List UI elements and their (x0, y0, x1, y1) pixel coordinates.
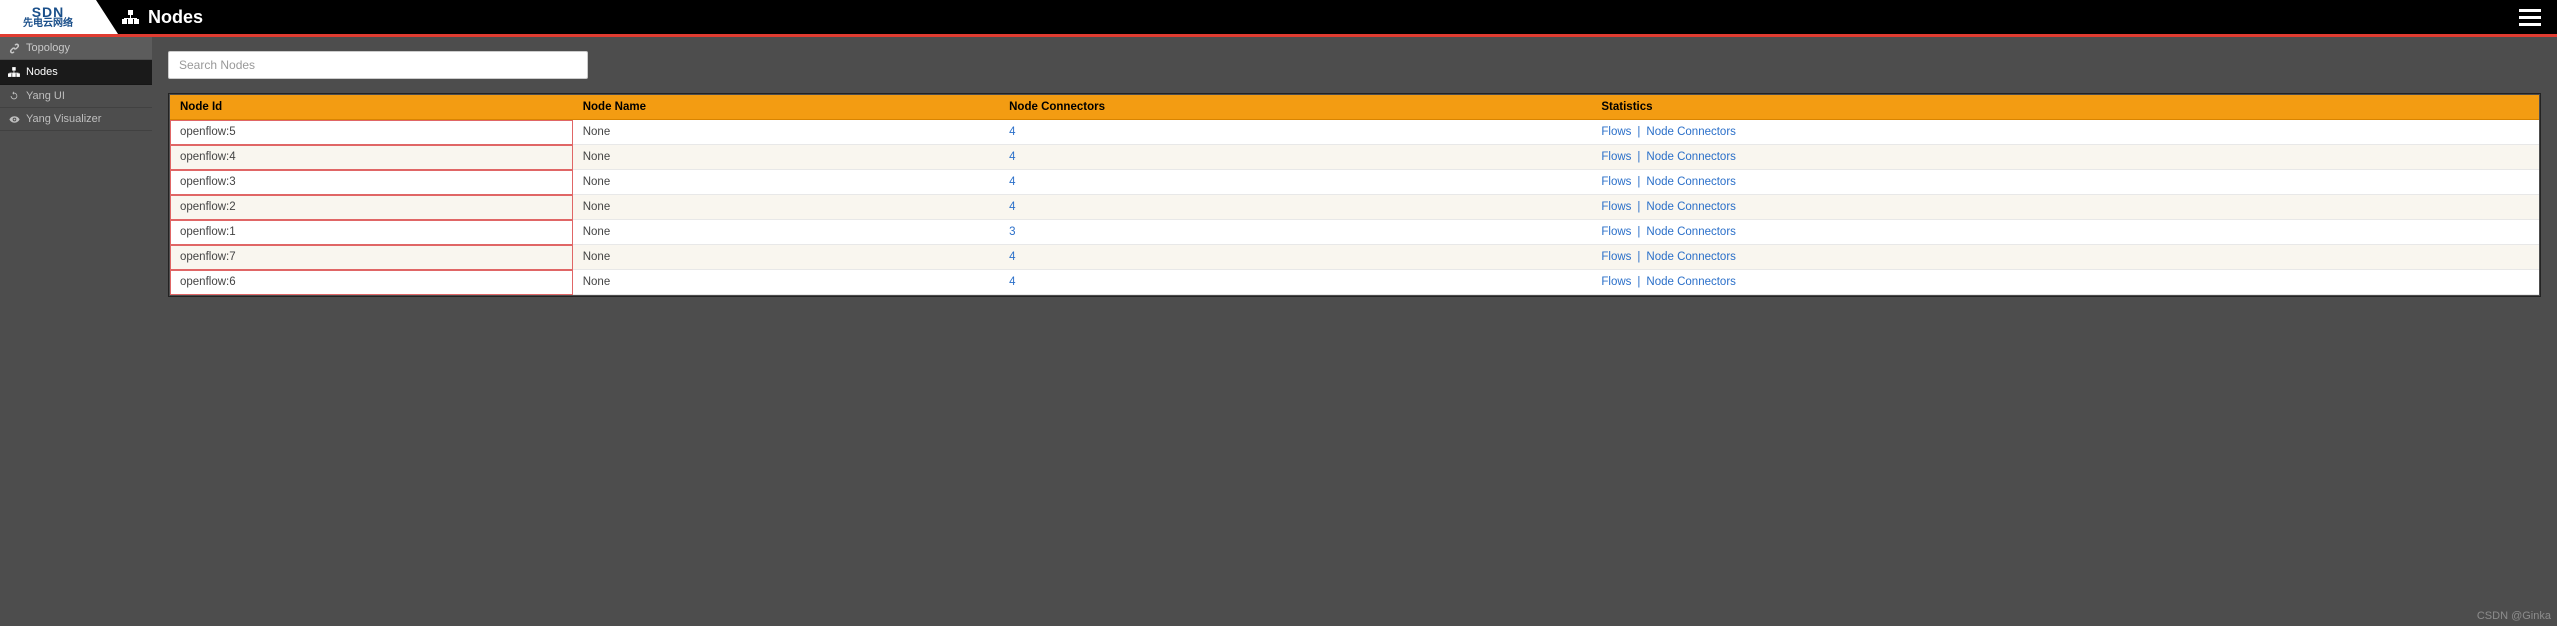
sidebar-item-yang-visualizer[interactable]: Yang Visualizer (0, 108, 152, 131)
cell-node-name: None (573, 270, 999, 295)
connectors-link[interactable]: 4 (1009, 151, 1015, 163)
main-content: Node Id Node Name Node Connectors Statis… (152, 37, 2557, 626)
sitemap-icon (8, 65, 20, 79)
table-row: openflow:3None 4 Flows | Node Connectors (170, 170, 2539, 195)
cell-node-connectors: 4 (999, 270, 1591, 295)
cell-node-name: None (573, 245, 999, 270)
brand-logo[interactable]: SDN 先电云网络 (0, 0, 96, 34)
separator: | (1637, 276, 1640, 288)
flows-link[interactable]: Flows (1601, 201, 1631, 213)
logo-top-text: SDN (32, 5, 65, 19)
nodes-table-wrap: Node Id Node Name Node Connectors Statis… (168, 93, 2541, 297)
flows-link[interactable]: Flows (1601, 276, 1631, 288)
sidebar: Topology Nodes Yang UI Yang Visualizer (0, 37, 152, 626)
cell-statistics: Flows | Node Connectors (1591, 270, 2539, 295)
node-connectors-link[interactable]: Node Connectors (1646, 151, 1736, 163)
table-row: openflow:4None 4 Flows | Node Connectors (170, 145, 2539, 170)
sidebar-item-label: Nodes (26, 66, 58, 78)
cell-node-id: openflow:3 (170, 170, 573, 195)
separator: | (1637, 126, 1640, 138)
eye-icon (8, 114, 20, 125)
col-header-statistics[interactable]: Statistics (1591, 95, 2539, 120)
cell-node-connectors: 4 (999, 120, 1591, 145)
table-row: openflow:5None 4 Flows | Node Connectors (170, 120, 2539, 145)
table-row: openflow:6None 4 Flows | Node Connectors (170, 270, 2539, 295)
cell-node-id: openflow:2 (170, 195, 573, 220)
cell-node-name: None (573, 195, 999, 220)
refresh-icon (8, 91, 20, 101)
cell-statistics: Flows | Node Connectors (1591, 195, 2539, 220)
top-bar: SDN 先电云网络 Nodes (0, 0, 2557, 34)
separator: | (1637, 251, 1640, 263)
node-connectors-link[interactable]: Node Connectors (1646, 251, 1736, 263)
node-connectors-link[interactable]: Node Connectors (1646, 226, 1736, 238)
sidebar-item-label: Yang Visualizer (26, 113, 101, 125)
cell-node-connectors: 4 (999, 245, 1591, 270)
cell-statistics: Flows | Node Connectors (1591, 145, 2539, 170)
hamburger-menu-button[interactable] (2513, 3, 2547, 32)
node-connectors-link[interactable]: Node Connectors (1646, 126, 1736, 138)
cell-statistics: Flows | Node Connectors (1591, 170, 2539, 195)
cell-node-name: None (573, 170, 999, 195)
cell-node-name: None (573, 220, 999, 245)
cell-statistics: Flows | Node Connectors (1591, 120, 2539, 145)
cell-statistics: Flows | Node Connectors (1591, 245, 2539, 270)
search-input[interactable] (168, 51, 588, 79)
cell-node-name: None (573, 145, 999, 170)
sidebar-item-yang-ui[interactable]: Yang UI (0, 85, 152, 108)
col-header-node-connectors[interactable]: Node Connectors (999, 95, 1591, 120)
connectors-link[interactable]: 4 (1009, 176, 1015, 188)
cell-node-connectors: 4 (999, 145, 1591, 170)
page-title-wrap: Nodes (122, 7, 203, 28)
node-connectors-link[interactable]: Node Connectors (1646, 276, 1736, 288)
flows-link[interactable]: Flows (1601, 126, 1631, 138)
connectors-link[interactable]: 4 (1009, 251, 1015, 263)
logo-divider (96, 0, 118, 34)
connectors-link[interactable]: 4 (1009, 201, 1015, 213)
table-row: openflow:7None 4 Flows | Node Connectors (170, 245, 2539, 270)
cell-node-connectors: 4 (999, 170, 1591, 195)
search-wrap (168, 51, 2541, 79)
connectors-link[interactable]: 4 (1009, 276, 1015, 288)
cell-node-id: openflow:5 (170, 120, 573, 145)
node-connectors-link[interactable]: Node Connectors (1646, 176, 1736, 188)
separator: | (1637, 226, 1640, 238)
cell-statistics: Flows | Node Connectors (1591, 220, 2539, 245)
cell-node-id: openflow:4 (170, 145, 573, 170)
sidebar-item-topology[interactable]: Topology (0, 37, 152, 60)
cell-node-id: openflow:1 (170, 220, 573, 245)
logo-bottom-text: 先电云网络 (23, 19, 73, 29)
col-header-node-id[interactable]: Node Id (170, 95, 573, 120)
cell-node-id: openflow:6 (170, 270, 573, 295)
separator: | (1637, 176, 1640, 188)
connectors-link[interactable]: 3 (1009, 226, 1015, 238)
link-icon (8, 43, 20, 54)
table-row: openflow:2None 4 Flows | Node Connectors (170, 195, 2539, 220)
cell-node-name: None (573, 120, 999, 145)
separator: | (1637, 151, 1640, 163)
flows-link[interactable]: Flows (1601, 176, 1631, 188)
sidebar-item-nodes[interactable]: Nodes (0, 60, 152, 85)
sidebar-item-label: Topology (26, 42, 70, 54)
flows-link[interactable]: Flows (1601, 151, 1631, 163)
flows-link[interactable]: Flows (1601, 226, 1631, 238)
sidebar-item-label: Yang UI (26, 90, 65, 102)
connectors-link[interactable]: 4 (1009, 126, 1015, 138)
sitemap-icon (122, 10, 140, 24)
nodes-table: Node Id Node Name Node Connectors Statis… (170, 95, 2539, 295)
col-header-node-name[interactable]: Node Name (573, 95, 999, 120)
page-title: Nodes (148, 7, 203, 28)
cell-node-connectors: 4 (999, 195, 1591, 220)
cell-node-connectors: 3 (999, 220, 1591, 245)
table-row: openflow:1None 3 Flows | Node Connectors (170, 220, 2539, 245)
node-connectors-link[interactable]: Node Connectors (1646, 201, 1736, 213)
flows-link[interactable]: Flows (1601, 251, 1631, 263)
separator: | (1637, 201, 1640, 213)
cell-node-id: openflow:7 (170, 245, 573, 270)
